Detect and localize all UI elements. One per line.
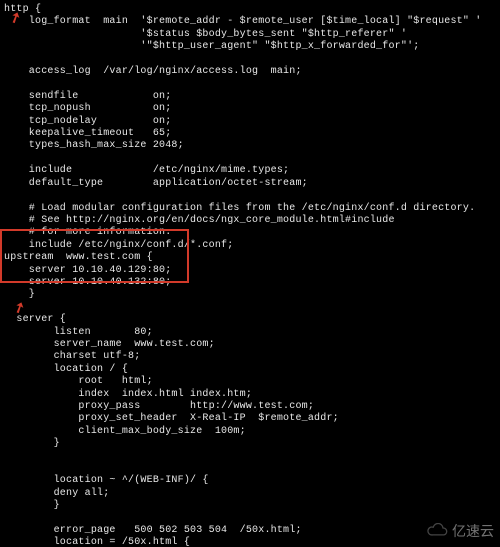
nginx-config-code: http { log_format main '$remote_addr - $…	[0, 0, 500, 547]
